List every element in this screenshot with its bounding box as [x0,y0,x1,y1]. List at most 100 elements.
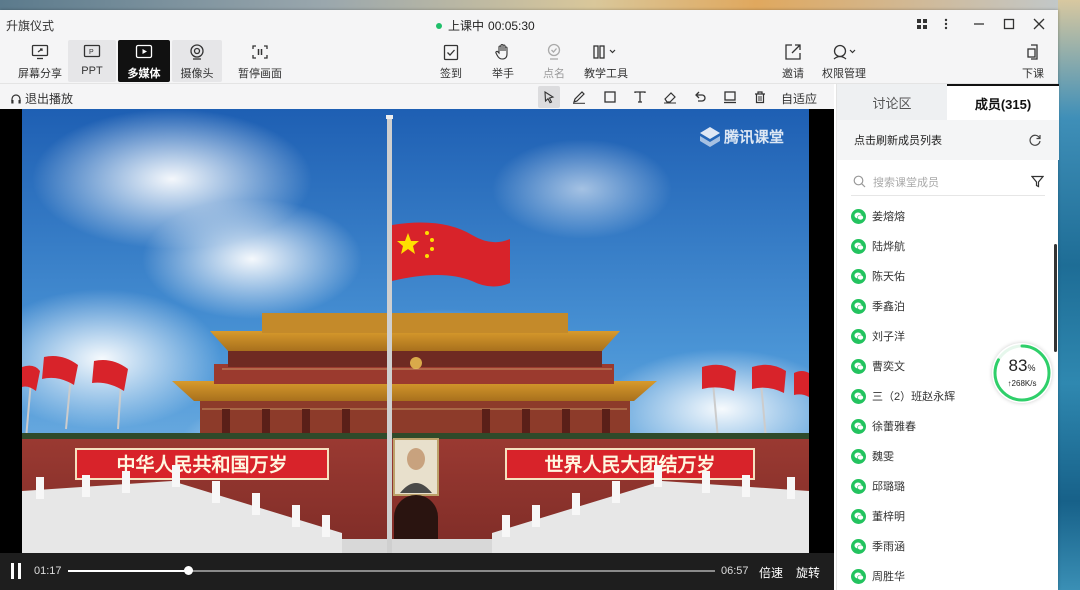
screen-share-icon [31,44,49,60]
member-list-item[interactable]: 周胜华 [851,561,1051,590]
more-menu-button[interactable] [937,15,955,33]
roll-call-label: 点名 [543,68,565,80]
member-list-item[interactable]: 季雨涵 [851,531,1051,561]
member-name: 魏雯 [872,451,894,463]
playback-speed-button[interactable]: 倍速 [759,564,783,581]
member-name: 刘子洋 [872,331,905,343]
multimedia-button[interactable]: 多媒体 [118,40,170,82]
network-speed: ↑268K/s [1007,379,1037,388]
desktop-background-right [1058,0,1080,590]
refresh-member-list[interactable]: 点击刷新成员列表 [837,120,1059,160]
ppt-icon: P [83,44,101,58]
member-list-item[interactable]: 董梓明 [851,501,1051,531]
pen-tool-button[interactable] [568,86,590,108]
member-list-item[interactable]: 陈天佑 [851,261,1051,291]
desktop-background-top [0,0,1080,10]
window-title: 升旗仪式 [6,19,55,33]
undo-tool-button[interactable] [689,86,711,108]
progress-slider[interactable] [68,566,715,575]
member-search [851,170,1045,196]
member-list-item[interactable]: 魏雯 [851,441,1051,471]
filter-icon[interactable] [1031,175,1044,188]
wechat-icon [851,508,866,524]
rotate-button[interactable]: 旋转 [796,564,820,581]
more-vertical-icon [944,18,948,30]
raise-hand-button[interactable]: 举手 [486,40,520,82]
text-tool-button[interactable] [629,86,651,108]
pointer-icon [544,90,555,104]
member-name: 董梓明 [872,511,905,523]
camera-button[interactable]: 摄像头 [172,40,222,82]
invite-button[interactable]: 邀请 [776,40,810,82]
multimedia-label: 多媒体 [127,68,161,80]
network-status-widget[interactable]: 83% ↑268K/s [992,343,1052,403]
fit-mode-button[interactable]: 自适应 [781,90,817,107]
eraser-tool-button[interactable] [659,86,681,108]
end-class-button[interactable]: 下课 [1016,40,1050,82]
end-class-label: 下课 [1022,68,1044,80]
member-name: 季鑫泊 [872,301,905,313]
minimize-button[interactable] [970,15,988,33]
eraser-icon [664,92,676,104]
left-banner-text: 中华人民共和国万岁 [116,453,287,476]
tiananmen-video-image: 中华人民共和国万岁 世界人民大团结万岁 腾讯课堂 [22,109,809,553]
layout-grid-button[interactable] [913,15,931,33]
member-list-item[interactable]: 季鑫泊 [851,291,1051,321]
wechat-icon [851,388,866,404]
pointer-tool-button[interactable] [538,86,560,108]
ppt-button[interactable]: P PPT [68,40,116,82]
wechat-icon [851,478,866,494]
class-status: 上课中 00:05:30 [436,17,535,34]
teaching-tools-button[interactable]: 教学工具 [583,40,629,82]
trash-icon [755,91,765,104]
minimize-icon [974,23,984,25]
member-name: 三（2）班赵永辉 [872,391,956,403]
member-list-item[interactable]: 姜熔熔 [851,201,1051,231]
member-name: 季雨涵 [872,541,905,553]
network-percent: 83% [1008,356,1036,375]
member-list-item[interactable]: 徐蕾雅春 [851,411,1051,441]
duration-time: 06:57 [721,565,749,577]
wechat-icon [851,298,866,314]
member-name: 邱璐璐 [872,481,905,493]
title-bar: 升旗仪式 上课中 00:05:30 [0,10,1058,38]
check-in-button[interactable]: 签到 [434,40,468,82]
close-button[interactable] [1030,15,1048,33]
wechat-icon [851,358,866,374]
video-area[interactable]: 中华人民共和国万岁 世界人民大团结万岁 腾讯课堂 [0,109,834,553]
member-list-scrollbar[interactable] [1054,244,1057,352]
tab-discussion[interactable]: 讨论区 [837,84,947,120]
wechat-icon [851,208,866,224]
progress-handle[interactable] [183,566,193,575]
refresh-icon[interactable] [1028,133,1042,147]
pause-icon [11,563,14,579]
tab-members[interactable]: 成员(315) [947,84,1059,120]
permission-button[interactable]: 权限管理 [820,40,868,82]
refresh-text: 点击刷新成员列表 [854,135,942,147]
clear-tool-button[interactable] [749,86,771,108]
exit-playback-button[interactable]: 退出播放 [10,90,73,107]
pause-screen-icon [252,45,268,59]
member-list-item[interactable]: 陆烨航 [851,231,1051,261]
pause-screen-button[interactable]: 暂停画面 [234,40,286,82]
screen-share-button[interactable]: 屏幕分享 [14,40,66,82]
side-panel: 讨论区 成员(315) 点击刷新成员列表 姜熔熔陆烨航陈天佑季鑫泊刘子洋曹奕文三… [836,84,1059,590]
check-in-label: 签到 [440,68,462,80]
roll-call-button[interactable]: 点名 [537,40,571,82]
screen-tool-button[interactable] [719,86,741,108]
member-name: 曹奕文 [872,361,905,373]
teaching-tools-label: 教学工具 [584,68,628,80]
multimedia-icon [135,44,153,59]
member-search-input[interactable] [873,173,1013,193]
maximize-button[interactable] [1000,15,1018,33]
member-list-item[interactable]: 邱璐璐 [851,471,1051,501]
class-status-text: 上课中 [448,19,485,33]
wechat-icon [851,238,866,254]
pause-button[interactable] [11,563,25,579]
check-in-icon [443,44,459,61]
wechat-icon [851,328,866,344]
rectangle-icon [604,91,616,103]
rectangle-tool-button[interactable] [599,86,621,108]
progress-fill [68,570,188,572]
camera-label: 摄像头 [180,68,214,80]
